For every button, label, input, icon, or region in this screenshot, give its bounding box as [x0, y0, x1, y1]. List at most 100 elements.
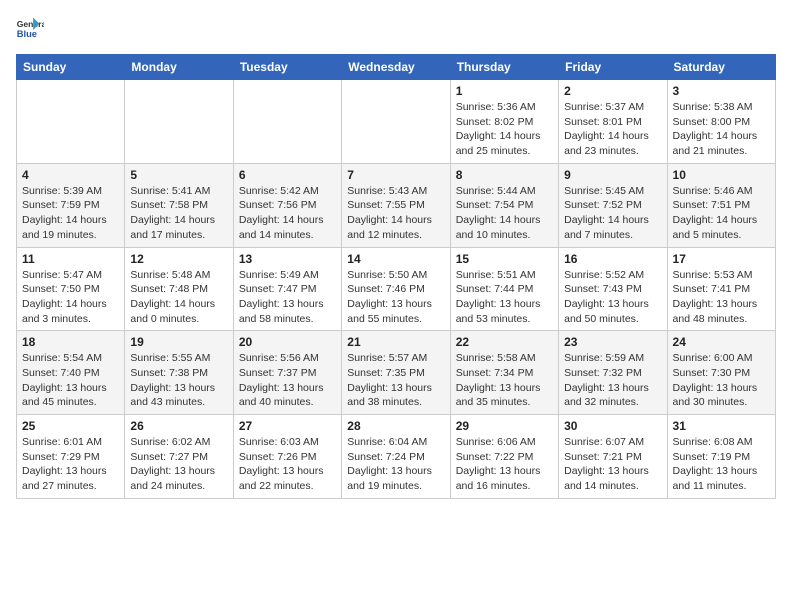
day-number: 30	[564, 419, 661, 433]
day-info: Sunrise: 5:38 AM Sunset: 8:00 PM Dayligh…	[673, 100, 770, 159]
calendar-cell	[17, 80, 125, 164]
day-number: 19	[130, 335, 227, 349]
calendar-week-1: 1 Sunrise: 5:36 AM Sunset: 8:02 PM Daylig…	[17, 80, 776, 164]
calendar-cell: 14Sunrise: 5:50 AM Sunset: 7:46 PM Dayli…	[342, 247, 450, 331]
calendar-cell: 30 Sunrise: 6:07 AM Sunset: 7:21 PM Dayli…	[559, 415, 667, 499]
svg-text:Blue: Blue	[17, 29, 37, 39]
calendar-cell: 1 Sunrise: 5:36 AM Sunset: 8:02 PM Daylig…	[450, 80, 558, 164]
calendar-cell: 27 Sunrise: 6:03 AM Sunset: 7:26 PM Dayli…	[233, 415, 341, 499]
logo-icon: GeneralBlue	[16, 16, 44, 44]
calendar-cell: 24 Sunrise: 6:00 AM Sunset: 7:30 PM Dayli…	[667, 331, 775, 415]
calendar-cell: 6Sunrise: 5:42 AM Sunset: 7:56 PM Daylig…	[233, 163, 341, 247]
calendar-week-5: 25 Sunrise: 6:01 AM Sunset: 7:29 PM Dayli…	[17, 415, 776, 499]
header-row: SundayMondayTuesdayWednesdayThursdayFrid…	[17, 55, 776, 80]
day-info: Sunrise: 6:02 AM Sunset: 7:27 PM Dayligh…	[130, 435, 227, 494]
calendar-cell: 5 Sunrise: 5:41 AM Sunset: 7:58 PM Daylig…	[125, 163, 233, 247]
calendar-header: SundayMondayTuesdayWednesdayThursdayFrid…	[17, 55, 776, 80]
day-info: Sunrise: 5:41 AM Sunset: 7:58 PM Dayligh…	[130, 184, 227, 243]
day-number: 1	[456, 84, 553, 98]
day-number: 5	[130, 168, 227, 182]
header-cell-thursday: Thursday	[450, 55, 558, 80]
day-info: Sunrise: 5:58 AM Sunset: 7:34 PM Dayligh…	[456, 351, 553, 410]
header-cell-monday: Monday	[125, 55, 233, 80]
day-number: 11	[22, 252, 119, 266]
calendar-week-2: 4 Sunrise: 5:39 AM Sunset: 7:59 PM Daylig…	[17, 163, 776, 247]
day-number: 7	[347, 168, 444, 182]
day-number: 26	[130, 419, 227, 433]
calendar-cell: 17Sunrise: 5:53 AM Sunset: 7:41 PM Dayli…	[667, 247, 775, 331]
day-number: 21	[347, 335, 444, 349]
day-number: 27	[239, 419, 336, 433]
day-number: 12	[130, 252, 227, 266]
day-number: 20	[239, 335, 336, 349]
calendar-cell: 13 Sunrise: 5:49 AM Sunset: 7:47 PM Dayli…	[233, 247, 341, 331]
header-cell-tuesday: Tuesday	[233, 55, 341, 80]
calendar-cell: 7 Sunrise: 5:43 AM Sunset: 7:55 PM Daylig…	[342, 163, 450, 247]
day-number: 31	[673, 419, 770, 433]
calendar-cell: 8Sunrise: 5:44 AM Sunset: 7:54 PM Daylig…	[450, 163, 558, 247]
day-number: 3	[673, 84, 770, 98]
day-info: Sunrise: 5:52 AM Sunset: 7:43 PM Dayligh…	[564, 268, 661, 327]
day-info: Sunrise: 6:04 AM Sunset: 7:24 PM Dayligh…	[347, 435, 444, 494]
day-number: 24	[673, 335, 770, 349]
day-number: 25	[22, 419, 119, 433]
day-info: Sunrise: 5:39 AM Sunset: 7:59 PM Dayligh…	[22, 184, 119, 243]
calendar-cell: 2 Sunrise: 5:37 AM Sunset: 8:01 PM Daylig…	[559, 80, 667, 164]
day-info: Sunrise: 5:36 AM Sunset: 8:02 PM Dayligh…	[456, 100, 553, 159]
calendar-week-4: 18Sunrise: 5:54 AM Sunset: 7:40 PM Dayli…	[17, 331, 776, 415]
header-cell-sunday: Sunday	[17, 55, 125, 80]
calendar-table: SundayMondayTuesdayWednesdayThursdayFrid…	[16, 54, 776, 499]
day-number: 10	[673, 168, 770, 182]
day-info: Sunrise: 5:56 AM Sunset: 7:37 PM Dayligh…	[239, 351, 336, 410]
calendar-cell: 15 Sunrise: 5:51 AM Sunset: 7:44 PM Dayli…	[450, 247, 558, 331]
day-info: Sunrise: 5:48 AM Sunset: 7:48 PM Dayligh…	[130, 268, 227, 327]
calendar-cell: 12 Sunrise: 5:48 AM Sunset: 7:48 PM Dayli…	[125, 247, 233, 331]
calendar-cell: 3 Sunrise: 5:38 AM Sunset: 8:00 PM Daylig…	[667, 80, 775, 164]
calendar-cell: 21Sunrise: 5:57 AM Sunset: 7:35 PM Dayli…	[342, 331, 450, 415]
day-info: Sunrise: 5:43 AM Sunset: 7:55 PM Dayligh…	[347, 184, 444, 243]
day-info: Sunrise: 5:53 AM Sunset: 7:41 PM Dayligh…	[673, 268, 770, 327]
calendar-cell: 25 Sunrise: 6:01 AM Sunset: 7:29 PM Dayli…	[17, 415, 125, 499]
day-number: 15	[456, 252, 553, 266]
page-header: GeneralBlue	[16, 16, 776, 44]
day-info: Sunrise: 5:49 AM Sunset: 7:47 PM Dayligh…	[239, 268, 336, 327]
day-info: Sunrise: 5:42 AM Sunset: 7:56 PM Dayligh…	[239, 184, 336, 243]
calendar-cell: 18Sunrise: 5:54 AM Sunset: 7:40 PM Dayli…	[17, 331, 125, 415]
logo: GeneralBlue	[16, 16, 44, 44]
header-cell-wednesday: Wednesday	[342, 55, 450, 80]
day-info: Sunrise: 5:37 AM Sunset: 8:01 PM Dayligh…	[564, 100, 661, 159]
day-info: Sunrise: 6:00 AM Sunset: 7:30 PM Dayligh…	[673, 351, 770, 410]
day-info: Sunrise: 5:51 AM Sunset: 7:44 PM Dayligh…	[456, 268, 553, 327]
day-info: Sunrise: 5:55 AM Sunset: 7:38 PM Dayligh…	[130, 351, 227, 410]
calendar-cell	[233, 80, 341, 164]
day-info: Sunrise: 6:08 AM Sunset: 7:19 PM Dayligh…	[673, 435, 770, 494]
header-cell-saturday: Saturday	[667, 55, 775, 80]
day-number: 2	[564, 84, 661, 98]
day-info: Sunrise: 5:47 AM Sunset: 7:50 PM Dayligh…	[22, 268, 119, 327]
day-info: Sunrise: 5:44 AM Sunset: 7:54 PM Dayligh…	[456, 184, 553, 243]
day-info: Sunrise: 5:45 AM Sunset: 7:52 PM Dayligh…	[564, 184, 661, 243]
calendar-cell: 29Sunrise: 6:06 AM Sunset: 7:22 PM Dayli…	[450, 415, 558, 499]
day-info: Sunrise: 6:06 AM Sunset: 7:22 PM Dayligh…	[456, 435, 553, 494]
day-info: Sunrise: 6:03 AM Sunset: 7:26 PM Dayligh…	[239, 435, 336, 494]
calendar-cell: 11 Sunrise: 5:47 AM Sunset: 7:50 PM Dayli…	[17, 247, 125, 331]
calendar-cell	[342, 80, 450, 164]
header-cell-friday: Friday	[559, 55, 667, 80]
calendar-cell: 26 Sunrise: 6:02 AM Sunset: 7:27 PM Dayli…	[125, 415, 233, 499]
day-number: 23	[564, 335, 661, 349]
day-number: 22	[456, 335, 553, 349]
day-number: 13	[239, 252, 336, 266]
day-info: Sunrise: 5:59 AM Sunset: 7:32 PM Dayligh…	[564, 351, 661, 410]
day-number: 9	[564, 168, 661, 182]
day-info: Sunrise: 6:07 AM Sunset: 7:21 PM Dayligh…	[564, 435, 661, 494]
day-number: 16	[564, 252, 661, 266]
calendar-week-3: 11 Sunrise: 5:47 AM Sunset: 7:50 PM Dayli…	[17, 247, 776, 331]
day-info: Sunrise: 5:50 AM Sunset: 7:46 PM Dayligh…	[347, 268, 444, 327]
day-info: Sunrise: 6:01 AM Sunset: 7:29 PM Dayligh…	[22, 435, 119, 494]
day-number: 4	[22, 168, 119, 182]
day-info: Sunrise: 5:54 AM Sunset: 7:40 PM Dayligh…	[22, 351, 119, 410]
day-number: 28	[347, 419, 444, 433]
day-info: Sunrise: 5:46 AM Sunset: 7:51 PM Dayligh…	[673, 184, 770, 243]
calendar-cell: 22 Sunrise: 5:58 AM Sunset: 7:34 PM Dayli…	[450, 331, 558, 415]
calendar-cell: 4 Sunrise: 5:39 AM Sunset: 7:59 PM Daylig…	[17, 163, 125, 247]
